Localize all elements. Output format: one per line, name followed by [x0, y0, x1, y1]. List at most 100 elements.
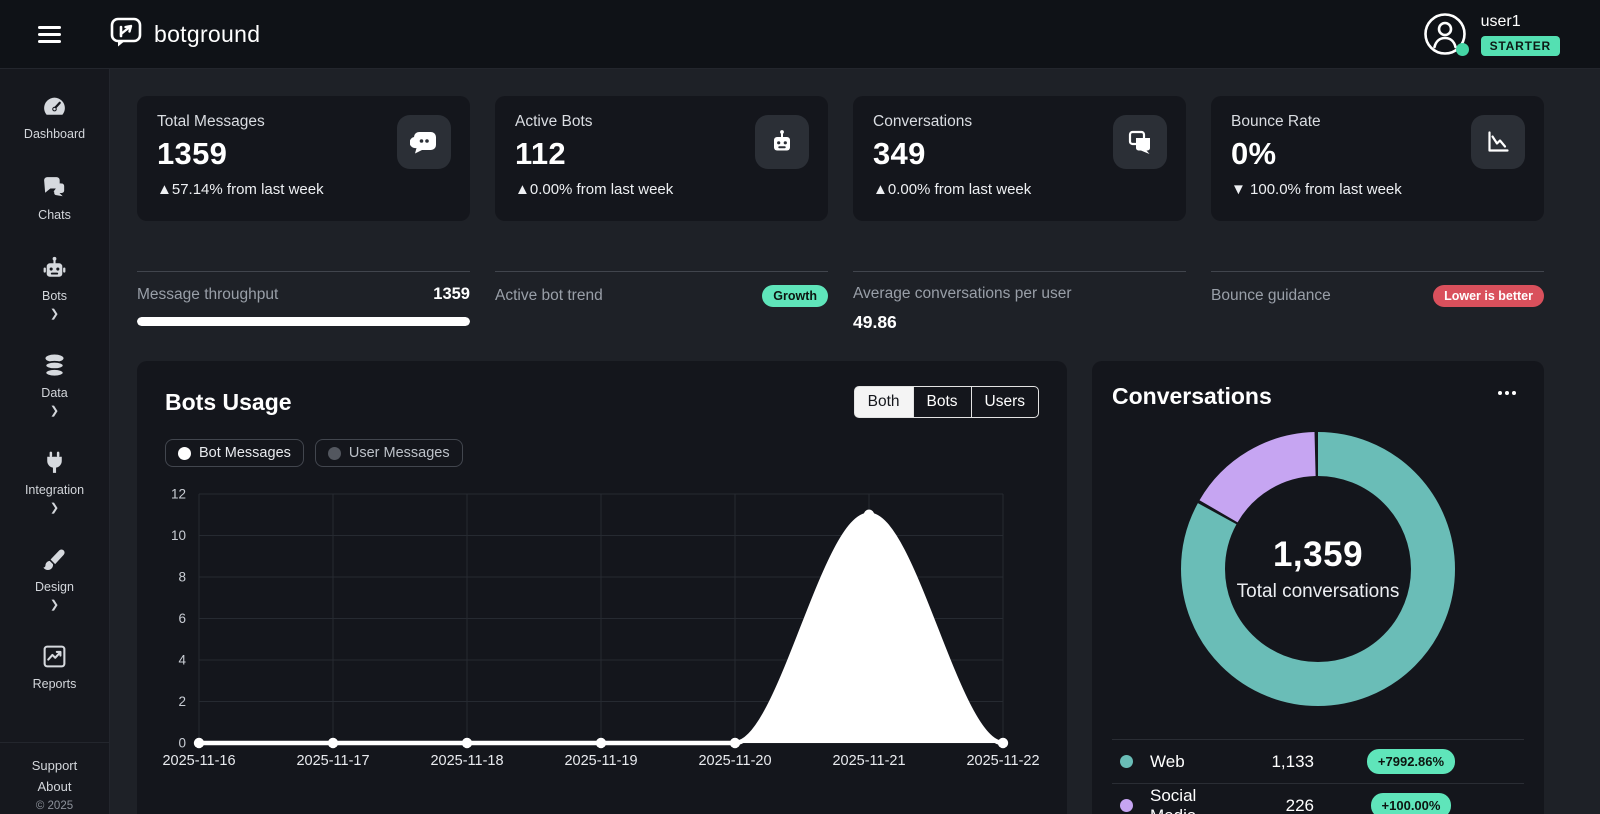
legend-name: Social Media — [1150, 785, 1197, 814]
bots-usage-tabs: Both Bots Users — [853, 386, 1039, 418]
chevron-right-icon: ❯ — [49, 308, 60, 320]
bots-usage-title: Bots Usage — [165, 388, 292, 415]
change-badge: +100.00% — [1370, 793, 1452, 814]
user-menu[interactable]: user1 STARTER — [1423, 12, 1560, 56]
sidebar: Dashboard Chats Bots ❯ Data ❯ Integratio… — [0, 69, 110, 814]
change-badge: +7992.86% — [1366, 749, 1456, 774]
sidebar-item-dashboard[interactable]: Dashboard — [24, 93, 85, 141]
main-content: Total Messages 1359 ▲57.14% from last we… — [111, 69, 1600, 814]
tab-bots[interactable]: Bots — [912, 386, 972, 418]
svg-text:6: 6 — [178, 611, 186, 626]
dashboard-icon — [41, 93, 68, 120]
legend-color-dot — [1120, 799, 1133, 812]
brand-logo-icon — [108, 14, 144, 55]
svg-text:0: 0 — [178, 736, 186, 751]
brand[interactable]: botground — [108, 14, 260, 55]
sidebar-item-integration[interactable]: Integration ❯ — [25, 449, 84, 514]
conversations-title: Conversations — [1112, 383, 1272, 409]
svg-text:4: 4 — [178, 653, 186, 668]
insight-active-bot-trend: Active bot trend Growth — [495, 271, 828, 333]
hamburger-menu-icon[interactable] — [38, 24, 64, 44]
svg-text:2025-11-22: 2025-11-22 — [966, 753, 1039, 769]
stat-card-conversations: Conversations 349 ▲0.00% from last week — [853, 96, 1186, 221]
donut-chart: 1,359 Total conversations — [1175, 426, 1461, 712]
svg-text:2025-11-18: 2025-11-18 — [430, 753, 503, 769]
insight-label: Message throughput — [137, 285, 279, 303]
conversations-legend: Web 1,133 +7992.86% Social Media 226 +10… — [1112, 739, 1524, 814]
tab-both[interactable]: Both — [853, 386, 914, 418]
svg-text:2025-11-16: 2025-11-16 — [162, 753, 235, 769]
chart-down-icon — [1471, 115, 1525, 169]
plan-badge: STARTER — [1480, 35, 1560, 56]
up-arrow-icon: ▲ — [873, 181, 888, 198]
legend-row-social-media: Social Media 226 +100.00% — [1112, 783, 1524, 814]
brand-name: botground — [154, 20, 261, 47]
legend-color-dot — [1120, 755, 1133, 768]
legend-chip-user-messages[interactable]: User Messages — [314, 439, 463, 467]
stats-row: Total Messages 1359 ▲57.14% from last we… — [137, 96, 1544, 221]
insight-value: 49.86 — [853, 312, 897, 332]
legend-chip-bot-messages[interactable]: Bot Messages — [165, 439, 304, 467]
avatar — [1423, 12, 1469, 56]
chat-icon — [1113, 115, 1167, 169]
svg-text:2025-11-21: 2025-11-21 — [832, 753, 905, 769]
data-icon — [41, 352, 68, 379]
lower-is-better-badge: Lower is better — [1433, 285, 1544, 307]
throughput-progress-bar — [137, 317, 470, 326]
chats-icon — [41, 174, 68, 201]
online-status-dot — [1455, 43, 1469, 56]
donut-total: 1,359 — [1272, 535, 1364, 574]
stat-delta-text: 0.00% from last week — [887, 181, 1032, 198]
tab-users[interactable]: Users — [970, 386, 1039, 418]
insight-label: Average conversations per user — [853, 285, 1072, 302]
svg-text:8: 8 — [178, 570, 186, 585]
insight-bounce-guidance: Bounce guidance Lower is better — [1211, 271, 1544, 333]
down-arrow-icon: ▼ — [1231, 181, 1251, 198]
user-name: user1 — [1480, 12, 1521, 30]
stat-card-total-messages: Total Messages 1359 ▲57.14% from last we… — [137, 96, 470, 221]
svg-text:10: 10 — [171, 528, 186, 543]
svg-text:2025-11-20: 2025-11-20 — [698, 753, 771, 769]
sidebar-item-data[interactable]: Data ❯ — [41, 352, 68, 417]
support-link[interactable]: Support — [0, 755, 109, 776]
insight-label: Bounce guidance — [1211, 287, 1331, 304]
bots-icon — [41, 255, 68, 282]
insight-avg-conversations: Average conversations per user 49.86 — [853, 271, 1186, 333]
design-icon — [41, 546, 68, 573]
insight-value: 1359 — [433, 285, 470, 303]
ellipsis-menu-icon[interactable] — [1496, 383, 1518, 403]
insights-row: Message throughput 1359 Active bot trend… — [137, 271, 1544, 333]
insight-label: Active bot trend — [495, 287, 603, 304]
up-arrow-icon: ▲ — [157, 181, 172, 198]
chevron-right-icon: ❯ — [49, 405, 60, 417]
svg-text:2025-11-19: 2025-11-19 — [564, 753, 637, 769]
about-link[interactable]: About — [0, 776, 109, 797]
sidebar-item-bots[interactable]: Bots ❯ — [41, 255, 68, 320]
legend-value: 1,133 — [1271, 751, 1314, 771]
stat-card-active-bots: Active Bots 112 ▲0.00% from last week — [495, 96, 828, 221]
insight-message-throughput: Message throughput 1359 — [137, 271, 470, 333]
svg-text:2025-11-17: 2025-11-17 — [296, 753, 369, 769]
stat-delta-text: 0.00% from last week — [529, 181, 674, 198]
sidebar-item-design[interactable]: Design ❯ — [35, 546, 74, 611]
growth-badge: Growth — [762, 285, 828, 307]
chevron-right-icon: ❯ — [49, 502, 60, 514]
sidebar-item-chats[interactable]: Chats — [38, 174, 71, 222]
legend-dot — [327, 446, 341, 460]
conversations-panel: Conversations 1,359 Total conversations … — [1092, 361, 1544, 814]
legend-name: Web — [1150, 751, 1185, 771]
stat-delta-text: 100.0% from last week — [1250, 181, 1402, 198]
bots-usage-panel: Bots Usage Both Bots Users Bot Messages … — [137, 361, 1067, 814]
chevron-right-icon: ❯ — [49, 599, 60, 611]
up-arrow-icon: ▲ — [515, 181, 530, 198]
message-icon — [397, 115, 451, 169]
legend-dot — [178, 446, 191, 460]
legend-row-web: Web 1,133 +7992.86% — [1112, 739, 1524, 783]
reports-icon — [41, 643, 68, 670]
stat-delta-text: 57.14% from last week — [171, 181, 324, 198]
svg-text:2: 2 — [178, 694, 186, 709]
sidebar-footer: Support About © 2025 — [0, 742, 109, 814]
topbar: botground user1 STARTER — [0, 0, 1600, 69]
sidebar-item-reports[interactable]: Reports — [33, 643, 76, 691]
bots-usage-chart: 0 2 4 6 8 10 12 2025-11-16 2025-11-17 2025-11-18 2… — [162, 487, 1039, 770]
